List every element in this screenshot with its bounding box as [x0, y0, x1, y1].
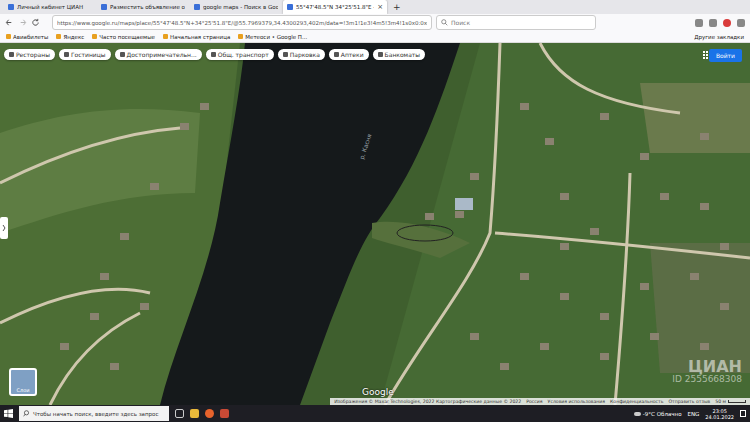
sign-in-button[interactable]: Войти: [709, 49, 742, 62]
library-icon[interactable]: [709, 19, 717, 27]
search-field[interactable]: Поиск: [436, 15, 596, 30]
satellite-imagery: [0, 43, 750, 405]
category-chip[interactable]: Общ. транспорт: [206, 49, 274, 60]
category-chip[interactable]: Достопримечательн...: [115, 49, 202, 60]
explorer-icon[interactable]: [190, 409, 199, 418]
favicon-icon: [287, 4, 293, 10]
attribution-bar: Изображения © Maxar Technologies, 2022 К…: [330, 398, 750, 405]
app-icon[interactable]: [220, 409, 229, 418]
windows-start-icon[interactable]: [4, 409, 13, 418]
bookmark-icon: [238, 34, 243, 39]
category-chip[interactable]: Рестораны: [4, 49, 55, 60]
attribution-link[interactable]: Конфиденциальность: [610, 399, 663, 404]
category-icon: [334, 52, 339, 57]
other-bookmarks[interactable]: Другие закладки: [694, 34, 744, 40]
scale: 50 м: [715, 399, 746, 404]
firefox-icon[interactable]: [205, 409, 214, 418]
map[interactable]: Рестораны Гостиницы Достопримечательн... Об…: [0, 43, 750, 405]
cloud-icon: [634, 412, 641, 416]
favicon-icon: [8, 4, 14, 10]
forward-icon[interactable]: [18, 18, 27, 27]
category-chip[interactable]: Гостиницы: [59, 49, 111, 60]
search-icon: [23, 410, 30, 417]
language-indicator[interactable]: ENG: [688, 411, 700, 417]
category-icon: [64, 52, 69, 57]
bookmark-icon: [163, 34, 168, 39]
category-icon: [283, 52, 288, 57]
bookmark[interactable]: Часто посещаемые: [92, 34, 155, 40]
collapse-panel-icon[interactable]: [0, 217, 8, 239]
watermark: ЦИАН ID 2555668308: [672, 359, 742, 385]
layers-button[interactable]: Слои: [9, 368, 37, 396]
menu-icon[interactable]: [737, 19, 745, 27]
bookmark[interactable]: Яндекс: [56, 34, 84, 40]
attribution-link[interactable]: Условия использования: [548, 399, 606, 404]
category-chip[interactable]: Парковка: [278, 49, 325, 60]
extension-icon[interactable]: [723, 19, 731, 27]
weather[interactable]: -9°C Облачно: [634, 411, 682, 417]
attribution-link[interactable]: Изображения © Maxar Technologies, 2022 К…: [334, 399, 521, 404]
taskbar: Чтобы начать поиск, введите здесь запрос…: [0, 405, 750, 422]
category-chip[interactable]: Аптеки: [329, 49, 369, 60]
notifications-icon[interactable]: [740, 410, 746, 417]
favicon-icon: [194, 4, 200, 10]
bookmark[interactable]: Авиабилеты: [6, 34, 48, 40]
search-icon: [441, 19, 448, 26]
category-icon: [211, 52, 216, 57]
browser-tab[interactable]: 55°47'48.5"N 34°25'51.8"E – Go... ×: [283, 0, 387, 14]
reload-icon[interactable]: [31, 18, 40, 27]
nav-toolbar: https://www.google.ru/maps/place/55°47'4…: [0, 14, 750, 31]
downloads-icon[interactable]: [695, 19, 703, 27]
category-icon: [120, 52, 125, 57]
url-field[interactable]: https://www.google.ru/maps/place/55°47'4…: [52, 15, 432, 30]
bookmark-icon: [56, 34, 61, 39]
browser-tab[interactable]: Разместить объявление о пр...: [97, 0, 189, 14]
category-chips: Рестораны Гостиницы Достопримечательн... Об…: [4, 49, 425, 60]
tab-strip: Личный кабинет ЦИАН Разместить объявлени…: [0, 0, 750, 14]
new-tab-button[interactable]: +: [388, 0, 406, 14]
bookmark-icon: [92, 34, 97, 39]
bookmark-icon: [6, 34, 11, 39]
category-chip[interactable]: Банкоматы: [373, 49, 425, 60]
google-logo: Google: [362, 387, 394, 397]
close-tab-button[interactable]: ×: [377, 3, 383, 11]
task-view-icon[interactable]: [175, 409, 184, 418]
bookmarks-bar: Авиабилеты Яндекс Часто посещаемые Начальна…: [0, 31, 750, 43]
favicon-icon: [101, 4, 107, 10]
browser-tab[interactable]: google maps - Поиск в Google: [190, 0, 282, 14]
taskbar-search[interactable]: Чтобы начать поиск, введите здесь запрос: [19, 406, 169, 421]
back-icon[interactable]: [5, 18, 14, 27]
attribution-link[interactable]: Россия: [526, 399, 542, 404]
category-icon: [378, 52, 383, 57]
attribution-link[interactable]: Отправить отзыв: [668, 399, 710, 404]
screen: Личный кабинет ЦИАН Разместить объявлени…: [0, 0, 750, 422]
category-icon: [9, 52, 14, 57]
bookmark[interactable]: Метеоси • Google П...: [238, 34, 307, 40]
clock[interactable]: 23:05 24.01.2022: [705, 408, 734, 420]
browser-tab[interactable]: Личный кабинет ЦИАН: [4, 0, 96, 14]
bookmark[interactable]: Начальная страница: [163, 34, 230, 40]
